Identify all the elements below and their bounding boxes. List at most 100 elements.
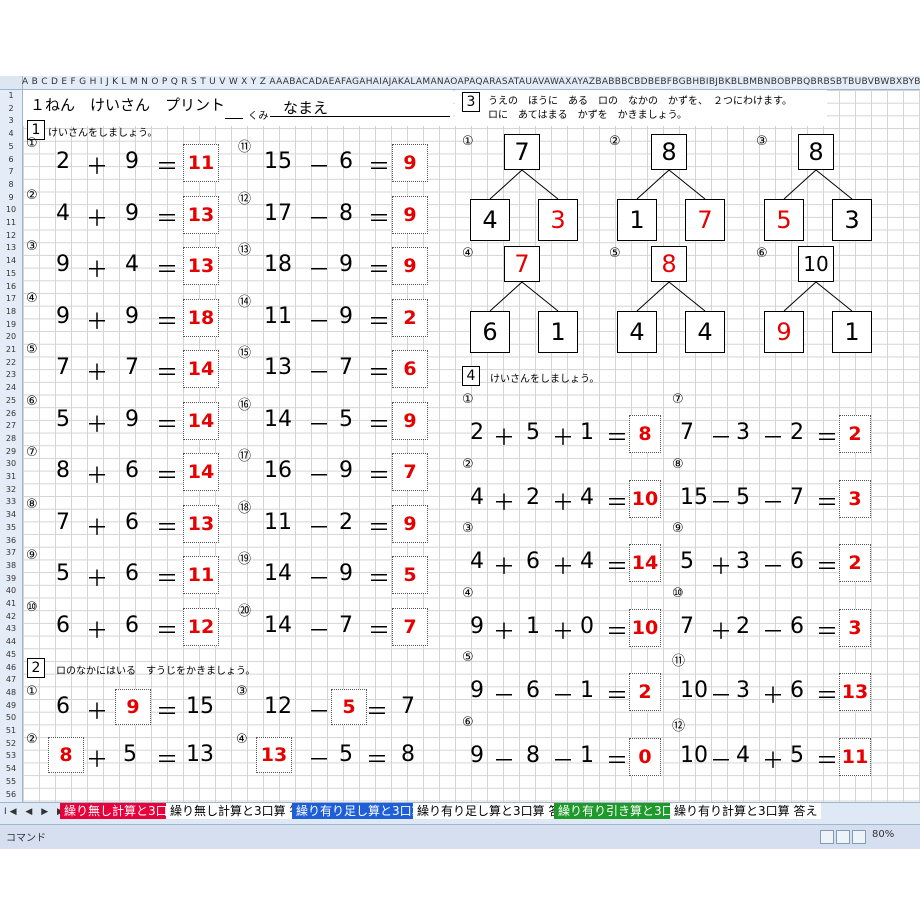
sec4-left-operand-c: 1 <box>580 678 594 703</box>
sec4-left-operand-c: 4 <box>580 484 594 510</box>
sec4-left-operand-b: 6 <box>526 549 540 574</box>
sec4-right-operator-1: － <box>710 426 733 451</box>
sec4-left-operator-2: － <box>552 748 575 774</box>
sec4-right-operand-a: 10 <box>680 742 708 768</box>
sec4-left-operator-1: ＋ <box>493 426 516 451</box>
sec4-left-operator-1: ＋ <box>493 490 516 516</box>
sec4-left-operator-1: ＋ <box>493 555 516 580</box>
sec4-left-equals: ＝ <box>606 684 629 709</box>
sec3-box-right[interactable]: 7 <box>685 199 725 241</box>
sec4-left-operand-a: 4 <box>470 549 484 574</box>
sec3-tree-number: ① <box>462 134 474 149</box>
sec4-right-operator-2: － <box>762 426 785 451</box>
sec4-left-operand-a: 9 <box>470 613 484 639</box>
sec4-left-operand-a: 2 <box>470 420 484 445</box>
sec4-left-operand-b: 1 <box>526 613 540 639</box>
sec4-left-operand-c: 0 <box>580 613 594 639</box>
sec3-box-top: 10 <box>798 246 834 282</box>
sec4-right-number: ⑦ <box>672 392 684 407</box>
page-layout-view-icon[interactable] <box>836 830 850 844</box>
sheet-tab[interactable]: 繰り有り足し算と3口算 <box>292 803 428 819</box>
sec4-left-operator-2: ＋ <box>552 426 575 451</box>
sec3-box-right: 4 <box>685 311 725 353</box>
sec4-left-operand-a: 9 <box>470 678 484 703</box>
sec4-right-operator-1: － <box>710 684 733 709</box>
sec3-box-left: 1 <box>617 199 657 241</box>
sec3-box-left: 4 <box>470 199 510 241</box>
sec4-left-number: ① <box>462 392 474 407</box>
normal-view-icon[interactable] <box>820 830 834 844</box>
page-break-view-icon[interactable] <box>852 830 866 844</box>
sec4-left-answer[interactable]: 8 <box>629 415 661 453</box>
section-4-number: 4 <box>462 366 480 386</box>
sec4-right-operand-a: 15 <box>680 484 708 510</box>
sec4-right-operator-2: － <box>762 619 785 645</box>
sec3-box-right[interactable]: 3 <box>538 199 578 241</box>
sec3-tree-number: ③ <box>756 134 768 149</box>
sec4-right-equals: ＝ <box>816 555 839 580</box>
sec4-right-answer[interactable]: 3 <box>839 479 871 518</box>
sec4-left-answer[interactable]: 0 <box>629 737 661 776</box>
sec4-right-answer[interactable]: 13 <box>839 673 871 711</box>
sec4-right-operand-c: 6 <box>790 678 804 703</box>
sec4-left-operator-2: － <box>552 684 575 709</box>
sec4-left-operator-2: ＋ <box>552 555 575 580</box>
sec4-left-answer[interactable]: 10 <box>629 479 661 518</box>
sheet-tab[interactable]: 繰り有り足し算と3口算 答え <box>413 803 577 819</box>
sec4-left-operator-1: － <box>493 684 516 709</box>
sec3-box-top[interactable]: 8 <box>651 246 687 282</box>
sec4-left-answer[interactable]: 14 <box>629 544 661 582</box>
sec4-right-answer[interactable]: 11 <box>839 737 871 776</box>
sec4-right-operand-b: 5 <box>736 484 750 510</box>
sec3-box-top: 8 <box>798 134 834 170</box>
status-mode: コマンド <box>6 833 46 844</box>
sec4-right-operand-c: 6 <box>790 549 804 574</box>
sec4-right-operand-c: 7 <box>790 484 804 510</box>
sec4-right-operand-b: 2 <box>736 613 750 639</box>
sec4-right-answer[interactable]: 3 <box>839 608 871 647</box>
sec4-right-operand-b: 4 <box>736 742 750 768</box>
sec4-right-operator-2: ＋ <box>762 748 785 774</box>
sec4-left-operand-b: 5 <box>526 420 540 445</box>
sec4-left-number: ④ <box>462 585 474 601</box>
sec4-right-number: ⑫ <box>672 718 686 734</box>
sec4-left-number: ③ <box>462 521 474 536</box>
sec4-right-number: ⑧ <box>672 456 684 472</box>
sec4-right-operand-c: 5 <box>790 742 804 768</box>
sec4-left-operand-b: 8 <box>526 742 540 768</box>
sec4-right-operator-2: ＋ <box>762 684 785 709</box>
sec4-right-operand-a: 7 <box>680 613 694 639</box>
sec4-left-equals: ＝ <box>606 619 629 645</box>
sec4-right-answer[interactable]: 2 <box>839 415 871 453</box>
sec4-left-answer[interactable]: 10 <box>629 608 661 647</box>
sec4-right-operand-b: 3 <box>736 678 750 703</box>
sec4-left-equals: ＝ <box>606 555 629 580</box>
zoom-level[interactable]: 80% <box>872 829 894 840</box>
sec4-right-number: ⑩ <box>672 585 684 601</box>
sec3-box-top[interactable]: 7 <box>504 246 540 282</box>
sec3-box-left: 6 <box>470 311 510 353</box>
sec4-right-operand-b: 3 <box>736 420 750 445</box>
sec3-tree-number: ② <box>609 134 621 149</box>
sec4-left-answer[interactable]: 2 <box>629 673 661 711</box>
sec4-right-operator-1: ＋ <box>710 555 733 580</box>
sec4-left-number: ⑤ <box>462 650 474 665</box>
sec3-box-top: 8 <box>651 134 687 170</box>
sheet-tab[interactable]: 繰り有り計算と3口算 答え <box>670 803 822 819</box>
sec3-tree-number: ⑥ <box>756 246 768 261</box>
sec4-right-operator-2: － <box>762 490 785 516</box>
sec4-left-equals: ＝ <box>606 748 629 774</box>
sec4-right-operator-1: － <box>710 748 733 774</box>
sec4-right-equals: ＝ <box>816 490 839 516</box>
sec3-box-right: 1 <box>538 311 578 353</box>
sec4-right-equals: ＝ <box>816 619 839 645</box>
tree-connector-lines <box>489 169 853 312</box>
sec3-box-left[interactable]: 9 <box>764 311 804 353</box>
sec4-right-answer[interactable]: 2 <box>839 544 871 582</box>
sec4-left-operand-b: 6 <box>526 678 540 703</box>
sec4-right-operand-a: 10 <box>680 678 708 703</box>
sec3-box-left[interactable]: 5 <box>764 199 804 241</box>
sec4-right-equals: ＝ <box>816 426 839 451</box>
sec4-right-equals: ＝ <box>816 748 839 774</box>
sec4-left-operator-2: ＋ <box>552 619 575 645</box>
